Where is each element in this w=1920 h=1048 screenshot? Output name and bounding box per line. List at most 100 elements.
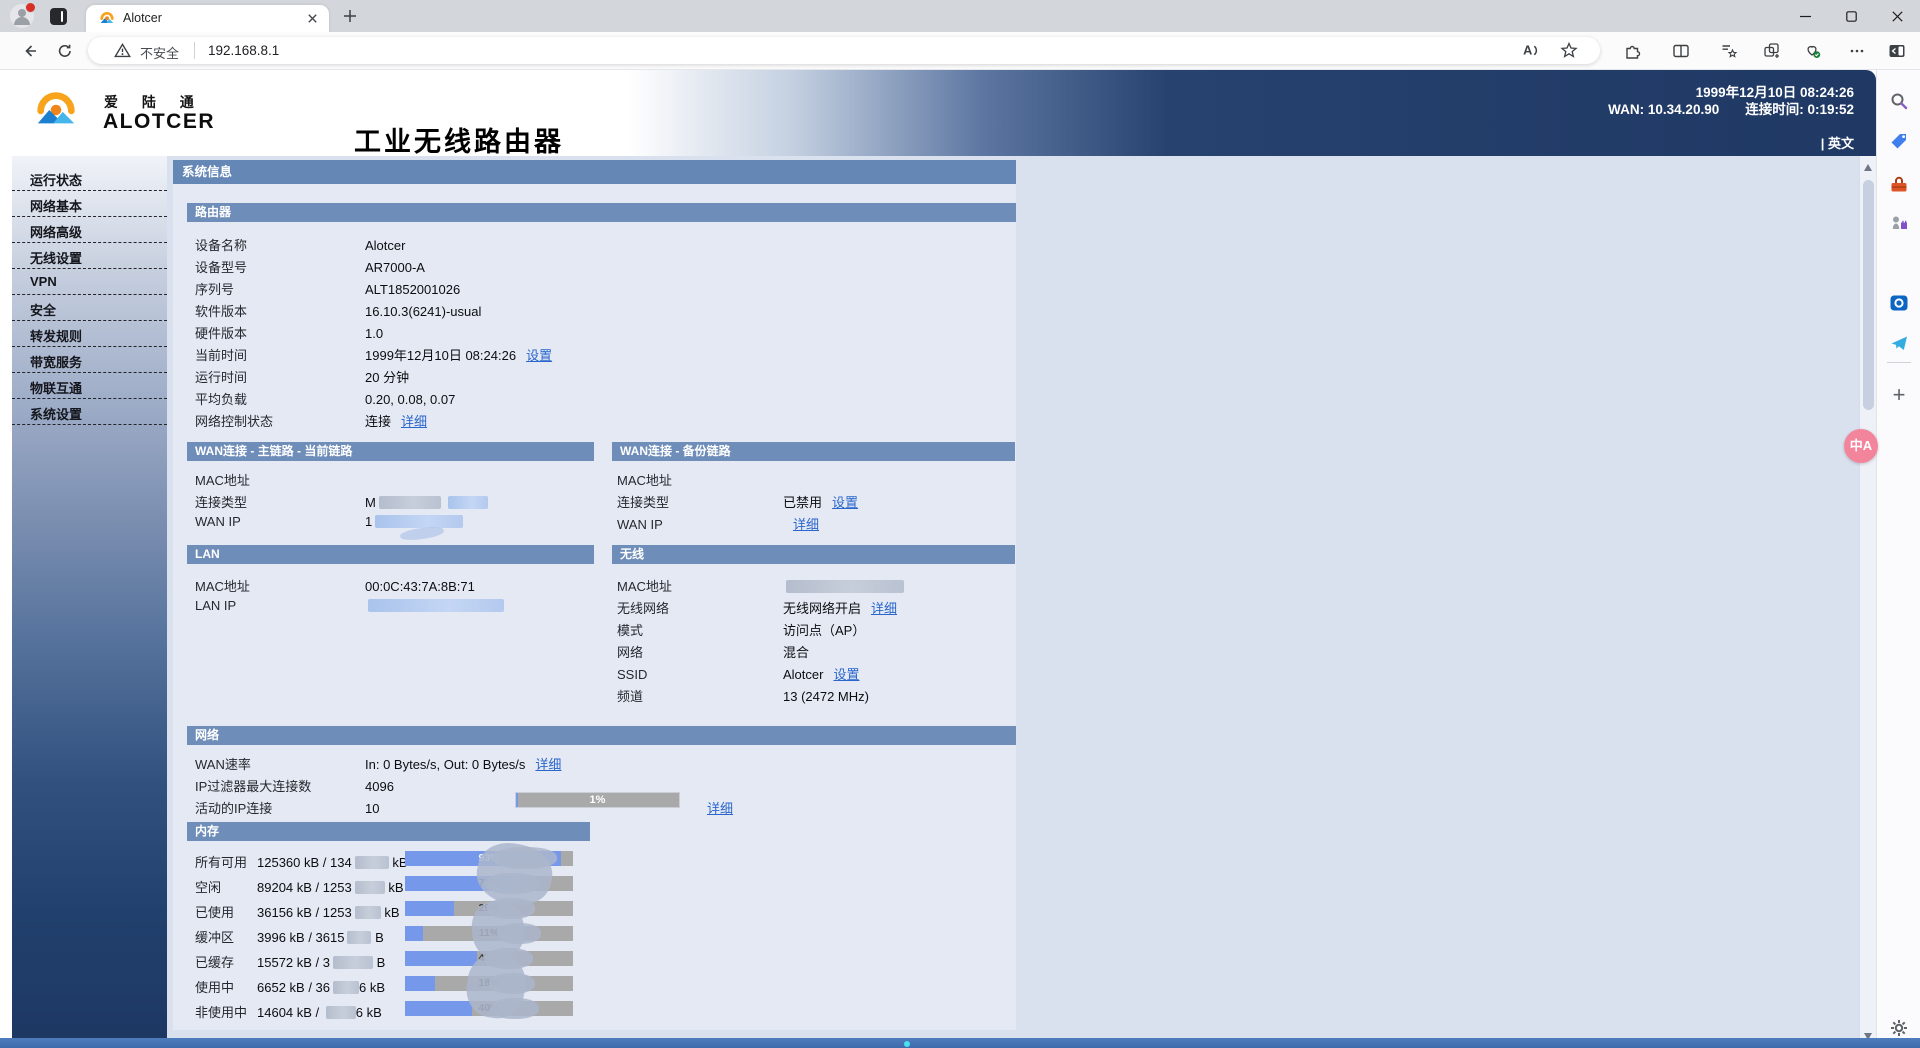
- browser-tab[interactable]: Alotcer: [86, 5, 329, 32]
- redacted-value: [448, 496, 488, 509]
- sidebar-item-security[interactable]: 安全: [12, 296, 167, 321]
- browser-essentials-icon[interactable]: [1804, 42, 1822, 60]
- sidebar-item-forwarding[interactable]: 转发规则: [12, 322, 167, 347]
- ip-connections-bar: 1%: [515, 792, 680, 808]
- table-row: 当前时间1999年12月10日 08:24:26设置: [195, 345, 552, 363]
- lan-section-header: LAN: [187, 545, 594, 564]
- profile-avatar[interactable]: [10, 4, 34, 28]
- add-icon[interactable]: +: [1889, 386, 1909, 406]
- wan-rate-detail-link[interactable]: 详细: [535, 757, 561, 772]
- scrollbar-thumb[interactable]: [1863, 180, 1874, 410]
- workspaces-icon[interactable]: [50, 8, 67, 25]
- divider: [1887, 362, 1911, 363]
- tab-title: Alotcer: [123, 11, 162, 25]
- router-admin-page: 爱 陆 通 ALOTCER 工业无线路由器 1999年12月10日 08:24:…: [12, 70, 1876, 1048]
- table-row: 设备型号AR7000-A: [195, 257, 425, 275]
- security-label[interactable]: 不安全: [140, 43, 179, 62]
- table-row: 无线网络无线网络开启详细: [617, 598, 897, 616]
- scroll-up-icon[interactable]: [1864, 164, 1872, 171]
- table-row: 活动的IP连接10: [195, 798, 379, 816]
- favorites-star-icon[interactable]: [1560, 41, 1578, 59]
- set-time-link[interactable]: 设置: [526, 348, 552, 363]
- tab-favicon-icon: [99, 10, 115, 26]
- back-icon[interactable]: [21, 42, 39, 60]
- edge-side-rail: +: [1876, 70, 1920, 1038]
- backup-set-link[interactable]: 设置: [832, 495, 858, 510]
- search-icon[interactable]: [1889, 91, 1909, 111]
- shopping-tag-icon[interactable]: [1889, 132, 1909, 152]
- table-row: 连接类型M: [195, 492, 488, 510]
- page-scrollbar[interactable]: [1859, 156, 1876, 1048]
- extensions-icon[interactable]: [1624, 42, 1642, 60]
- sidebar-item-vpn[interactable]: VPN: [12, 270, 167, 295]
- messaging-plane-icon[interactable]: [1889, 333, 1909, 353]
- redacted-value: [368, 599, 504, 612]
- table-row: 运行时间20 分钟: [195, 367, 409, 385]
- tab-close-icon[interactable]: [304, 10, 321, 27]
- redacted-value: [355, 881, 385, 894]
- browser-toolbar: 不安全 192.168.8.1 A: [0, 32, 1920, 70]
- table-row: 设备名称Alotcer: [195, 235, 405, 253]
- url-text[interactable]: 192.168.8.1: [208, 43, 279, 58]
- sidebar-item-running-status[interactable]: 运行状态: [12, 166, 167, 191]
- translate-widget[interactable]: 中A: [1844, 429, 1878, 463]
- games-icon[interactable]: [1889, 212, 1909, 232]
- translate-widget-label: 中A: [1850, 438, 1872, 453]
- redacted-value: [355, 906, 381, 919]
- sidebar-toggle-icon[interactable]: [1888, 42, 1906, 60]
- window-maximize-button[interactable]: [1828, 0, 1874, 32]
- table-row: LAN IP: [195, 598, 504, 616]
- toolbox-icon[interactable]: [1889, 175, 1909, 195]
- sidebar-item-iot[interactable]: 物联互通: [12, 374, 167, 399]
- brand-name-en: ALOTCER: [103, 110, 215, 134]
- language-link[interactable]: | 英文: [1821, 133, 1854, 152]
- sidebar-item-wireless[interactable]: 无线设置: [12, 244, 167, 269]
- window-close-button[interactable]: [1874, 0, 1920, 32]
- redacted-value: [333, 981, 359, 994]
- table-row: 硬件版本1.0: [195, 323, 383, 341]
- notification-dot-icon: [25, 2, 36, 13]
- more-options-icon[interactable]: [1848, 42, 1866, 60]
- table-row: 序列号ALT1852001026: [195, 279, 460, 297]
- memory-row: 缓冲区3996 kB / 3615 B 11%: [195, 927, 384, 945]
- memory-row: 使用中6652 kB / 366 kB 18%: [195, 977, 385, 995]
- sidebar-item-network-basic[interactable]: 网络基本: [12, 192, 167, 217]
- tab-group-icon[interactable]: [1763, 42, 1781, 60]
- wireless-detail-link[interactable]: 详细: [871, 601, 897, 616]
- brand-name-cn: 爱 陆 通: [104, 92, 204, 112]
- network-section-header: 网络: [187, 726, 1016, 745]
- refresh-icon[interactable]: [56, 42, 74, 60]
- wireless-section-header: 无线: [612, 545, 1015, 564]
- redacted-value: [355, 856, 389, 869]
- settings-gear-icon[interactable]: [1889, 1018, 1909, 1038]
- sidebar-item-system[interactable]: 系统设置: [12, 400, 167, 425]
- ssid-set-link[interactable]: 设置: [833, 667, 859, 682]
- window-minimize-button[interactable]: [1782, 0, 1828, 32]
- sidebar-item-bandwidth[interactable]: 带宽服务: [12, 348, 167, 373]
- sidebar-item-network-advanced[interactable]: 网络高级: [12, 218, 167, 243]
- collections-icon[interactable]: [1720, 42, 1738, 60]
- page-title: 工业无线路由器: [354, 120, 564, 159]
- backup-detail-link[interactable]: 详细: [793, 517, 819, 532]
- table-row: IP过滤器最大连接数4096: [195, 776, 394, 794]
- header-conn-time: 连接时间: 0:19:52: [1745, 102, 1854, 117]
- new-tab-button[interactable]: [341, 7, 359, 25]
- table-row: 连接类型已禁用设置: [617, 492, 858, 510]
- table-row: WAN IP详细: [617, 514, 819, 532]
- ip-connections-detail-link[interactable]: 详细: [707, 798, 733, 817]
- table-row: 频道13 (2472 MHz): [617, 686, 869, 704]
- netwatch-detail-link[interactable]: 详细: [401, 414, 427, 429]
- alotcer-logo: [33, 86, 79, 132]
- split-screen-icon[interactable]: [1672, 42, 1690, 60]
- divider: [194, 42, 195, 59]
- memory-section-header: 内存: [187, 822, 590, 841]
- address-bar[interactable]: 不安全 192.168.8.1 A: [88, 37, 1600, 64]
- nav-sidebar: 运行状态 网络基本 网络高级 无线设置 VPN 安全 转发规则 带宽服务 物联互…: [12, 156, 167, 1048]
- m365-icon[interactable]: [1889, 254, 1909, 274]
- outlook-icon[interactable]: [1889, 293, 1909, 313]
- system-info-banner: 系统信息: [173, 160, 1016, 184]
- memory-row: 空闲89204 kB / 1253 kB 71%: [195, 877, 404, 895]
- read-aloud-icon[interactable]: A: [1520, 41, 1538, 59]
- taskbar-dot-icon: [904, 1041, 910, 1047]
- table-row: SSIDAlotcer设置: [617, 664, 859, 682]
